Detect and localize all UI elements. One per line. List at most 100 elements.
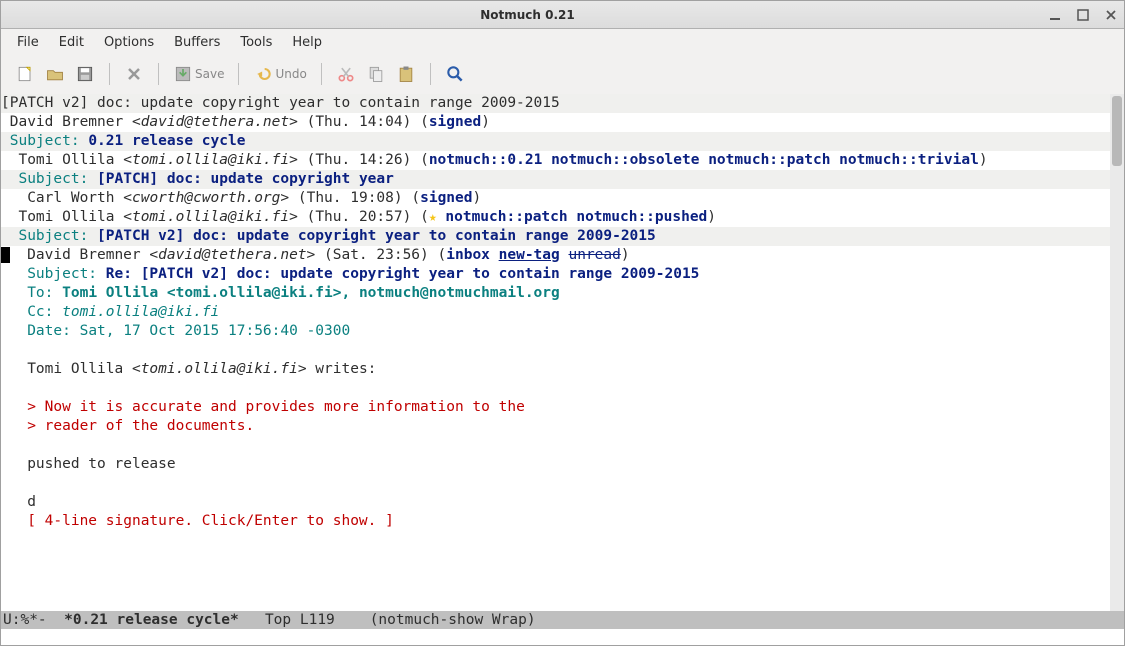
email-thread-view[interactable]: [PATCH v2] doc: update copyright year to…: [1, 94, 1110, 611]
statusbar: U:%*- *0.21 release cycle* Top L119 (not…: [1, 611, 1124, 629]
toolbar-separator: [158, 63, 159, 85]
toolbar-separator: [238, 63, 239, 85]
subject: [PATCH] doc: update copyright year: [97, 171, 394, 187]
content-area: [PATCH v2] doc: update copyright year to…: [1, 94, 1124, 611]
copy-button[interactable]: [362, 60, 390, 88]
copy-icon: [366, 64, 386, 84]
subject: 0.21 release cycle: [88, 133, 245, 149]
thread-title-line: [PATCH v2] doc: update copyright year to…: [1, 94, 1110, 113]
menu-buffers[interactable]: Buffers: [166, 33, 228, 52]
search-icon: [445, 64, 465, 84]
date: Thu. 14:04: [315, 114, 402, 130]
quoted-line-2: > reader of the documents.: [1, 418, 254, 434]
body-intro: Tomi Ollila <tomi.ollila@iki.fi> writes:: [1, 361, 376, 377]
tag-unread: unread: [568, 247, 620, 263]
vertical-scrollbar[interactable]: [1110, 94, 1124, 611]
tag: notmuch::0.21: [429, 152, 543, 168]
subject-line-4: Subject: Re: [PATCH v2] doc: update copy…: [1, 266, 699, 282]
toolbar: Save Undo: [1, 56, 1124, 94]
search-button[interactable]: [441, 60, 469, 88]
close-icon: [1105, 9, 1117, 21]
save-icon: [173, 64, 193, 84]
disk-icon: [75, 64, 95, 84]
save-button[interactable]: Save: [169, 60, 228, 88]
paste-button[interactable]: [392, 60, 420, 88]
folder-open-icon: [45, 64, 65, 84]
scrollbar-thumb[interactable]: [1112, 96, 1122, 166]
email-address: tomi.ollila@iki.fi: [132, 152, 289, 168]
tag-signed: signed: [420, 190, 472, 206]
status-mode: (notmuch-show Wrap): [370, 612, 536, 628]
window-title: Notmuch 0.21: [7, 8, 1048, 22]
menu-help[interactable]: Help: [284, 33, 330, 52]
subject: Re: [PATCH v2] doc: update copyright yea…: [106, 266, 700, 282]
date: Thu. 20:57: [315, 209, 402, 225]
tag-signed: signed: [429, 114, 481, 130]
menu-options[interactable]: Options: [96, 33, 162, 52]
menubar: File Edit Options Buffers Tools Help: [1, 29, 1124, 56]
quoted-line-1: > Now it is accurate and provides more i…: [1, 399, 525, 415]
toolbar-separator: [430, 63, 431, 85]
subject-line-3: Subject: [PATCH v2] doc: update copyrigh…: [1, 227, 1110, 246]
new-file-icon: [15, 64, 35, 84]
close-button[interactable]: [1104, 8, 1118, 22]
minibuffer[interactable]: [1, 629, 1124, 645]
cc-line: Cc: tomi.ollila@iki.fi: [1, 304, 219, 320]
tag: notmuch::patch: [708, 152, 830, 168]
undo-icon: [253, 64, 273, 84]
message-header-4: Tomi Ollila <tomi.ollila@iki.fi> (Thu. 2…: [1, 209, 716, 225]
minimize-button[interactable]: [1048, 8, 1062, 22]
tag: notmuch::trivial: [839, 152, 979, 168]
toolbar-separator: [321, 63, 322, 85]
maximize-icon: [1077, 9, 1089, 21]
buffer-name: *0.21 release cycle*: [64, 612, 239, 628]
email-address: david@tethera.net: [141, 114, 289, 130]
tag-inbox: inbox: [446, 247, 490, 263]
to-line: To: Tomi Ollila <tomi.ollila@iki.fi>, no…: [1, 285, 560, 301]
undo-label: Undo: [275, 67, 306, 81]
subject: [PATCH v2] doc: update copyright year to…: [97, 228, 656, 244]
tag-new: new-tag: [499, 247, 560, 263]
toolbar-separator: [109, 63, 110, 85]
message-header-3: Carl Worth <cworth@cworth.org> (Thu. 19:…: [1, 190, 481, 206]
thread-title: [PATCH v2] doc: update copyright year to…: [1, 95, 560, 111]
tag: notmuch::obsolete: [551, 152, 699, 168]
body-line-1: pushed to release: [1, 456, 176, 472]
minimize-icon: [1049, 9, 1061, 21]
app-window: Notmuch 0.21 File Edit Options Buffers T…: [0, 0, 1125, 646]
scissors-icon: [336, 64, 356, 84]
cursor: [1, 247, 10, 263]
signature-placeholder[interactable]: [ 4-line signature. Click/Enter to show.…: [1, 513, 394, 529]
star-icon: ★: [429, 210, 437, 225]
status-position: Top L119: [265, 612, 335, 628]
maximize-button[interactable]: [1076, 8, 1090, 22]
message-header-5: David Bremner <david@tethera.net> (Sat. …: [1, 247, 630, 263]
window-controls: [1048, 8, 1118, 22]
subject-line-2: Subject: [PATCH] doc: update copyright y…: [1, 170, 1110, 189]
date: Sat. 23:56: [333, 247, 420, 263]
email-address: cworth@cworth.org: [132, 190, 280, 206]
date: Thu. 14:26: [315, 152, 402, 168]
save-label: Save: [195, 67, 224, 81]
new-file-button[interactable]: [11, 60, 39, 88]
close-file-button[interactable]: [120, 60, 148, 88]
save-as-button[interactable]: [71, 60, 99, 88]
date: Thu. 19:08: [307, 190, 394, 206]
paste-icon: [396, 64, 416, 84]
undo-button[interactable]: Undo: [249, 60, 310, 88]
email-address: david@tethera.net: [158, 247, 306, 263]
open-file-button[interactable]: [41, 60, 69, 88]
x-icon: [124, 64, 144, 84]
cut-button[interactable]: [332, 60, 360, 88]
subject-line-1: Subject: 0.21 release cycle: [1, 132, 1110, 151]
date-header-line: Date: Sat, 17 Oct 2015 17:56:40 -0300: [1, 323, 350, 339]
email-address: tomi.ollila@iki.fi: [132, 209, 289, 225]
menu-file[interactable]: File: [9, 33, 47, 52]
menu-tools[interactable]: Tools: [232, 33, 280, 52]
body-line-2: d: [1, 494, 36, 510]
status-flags: U:%*-: [3, 612, 47, 628]
message-header-2: Tomi Ollila <tomi.ollila@iki.fi> (Thu. 1…: [1, 152, 988, 168]
titlebar: Notmuch 0.21: [1, 1, 1124, 29]
menu-edit[interactable]: Edit: [51, 33, 92, 52]
tag: notmuch::pushed: [576, 209, 707, 225]
